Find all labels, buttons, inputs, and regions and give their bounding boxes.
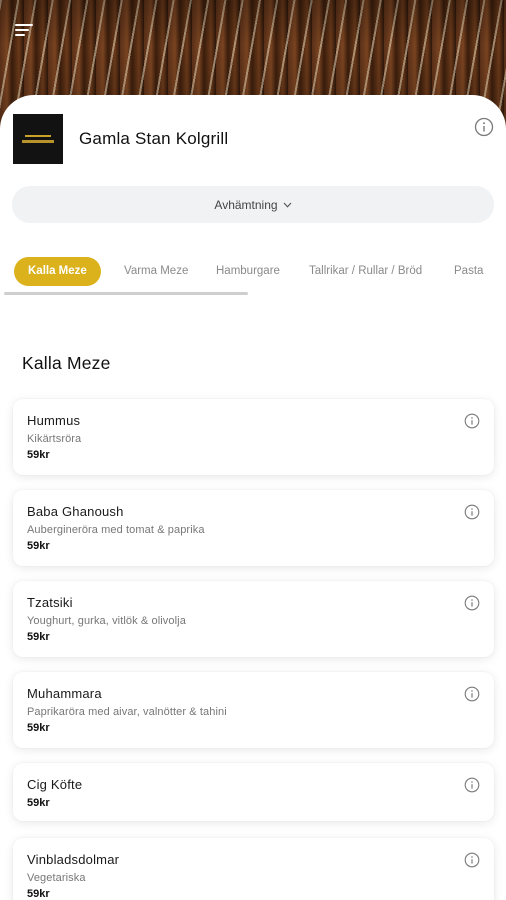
info-icon[interactable] [464, 686, 480, 702]
info-icon[interactable] [464, 504, 480, 520]
menu-item-card[interactable]: Tzatsiki Youghurt, gurka, vitlök & olivo… [13, 581, 494, 657]
tab-kalla-meze[interactable]: Kalla Meze [14, 257, 101, 286]
item-price: 59kr [27, 797, 50, 809]
restaurant-info-icon[interactable] [474, 117, 494, 137]
item-description: Aubergineröra med tomat & paprika [27, 524, 205, 536]
item-name: Tzatsiki [27, 595, 73, 610]
chevron-down-icon [283, 199, 292, 211]
item-name: Muhammara [27, 686, 102, 701]
item-name: Baba Ghanoush [27, 504, 124, 519]
info-icon[interactable] [464, 852, 480, 868]
tab-varma-meze[interactable]: Varma Meze [124, 257, 188, 286]
info-icon[interactable] [464, 777, 480, 793]
menu-item-card[interactable]: Muhammara Paprikaröra med aivar, valnött… [13, 672, 494, 748]
restaurant-name: Gamla Stan Kolgrill [79, 129, 229, 148]
item-description: Paprikaröra med aivar, valnötter & tahin… [27, 706, 227, 718]
item-description: Vegetariska [27, 872, 86, 884]
category-tabs: Kalla Meze Varma Meze Hamburgare Tallrik… [0, 256, 506, 296]
tab-tallrikar-rullar-brod[interactable]: Tallrikar / Rullar / Bröd [309, 257, 422, 286]
info-icon[interactable] [464, 413, 480, 429]
restaurant-header: Gamla Stan Kolgrill [13, 114, 506, 164]
tab-hamburgare[interactable]: Hamburgare [216, 257, 280, 286]
item-price: 59kr [27, 449, 50, 461]
menu-item-card[interactable]: Cig Köfte 59kr [13, 763, 494, 821]
item-name: Vinbladsdolmar [27, 852, 120, 867]
menu-item-card[interactable]: Baba Ghanoush Aubergineröra med tomat & … [13, 490, 494, 566]
item-price: 59kr [27, 722, 50, 734]
menu-item-card[interactable]: Vinbladsdolmar Vegetariska 59kr [13, 838, 494, 900]
item-name: Cig Köfte [27, 777, 83, 792]
item-description: Kikärtsröra [27, 433, 82, 445]
item-price: 59kr [27, 888, 50, 900]
hamburger-menu-icon[interactable] [15, 24, 35, 38]
restaurant-sheet: Gamla Stan Kolgrill Avhämtning Kalla Mez… [0, 95, 506, 900]
item-name: Hummus [27, 413, 81, 428]
section-title: Kalla Meze [22, 353, 111, 373]
tab-pasta[interactable]: Pasta [454, 257, 483, 286]
item-price: 59kr [27, 631, 50, 643]
restaurant-logo [13, 114, 63, 164]
item-price: 59kr [27, 540, 50, 552]
order-mode-selector[interactable]: Avhämtning [12, 186, 494, 223]
item-description: Youghurt, gurka, vitlök & olivolja [27, 615, 186, 627]
info-icon[interactable] [464, 595, 480, 611]
tabs-scroll-indicator [4, 292, 248, 295]
order-mode-label: Avhämtning [214, 197, 278, 212]
menu-item-card[interactable]: Hummus Kikärtsröra 59kr [13, 399, 494, 475]
